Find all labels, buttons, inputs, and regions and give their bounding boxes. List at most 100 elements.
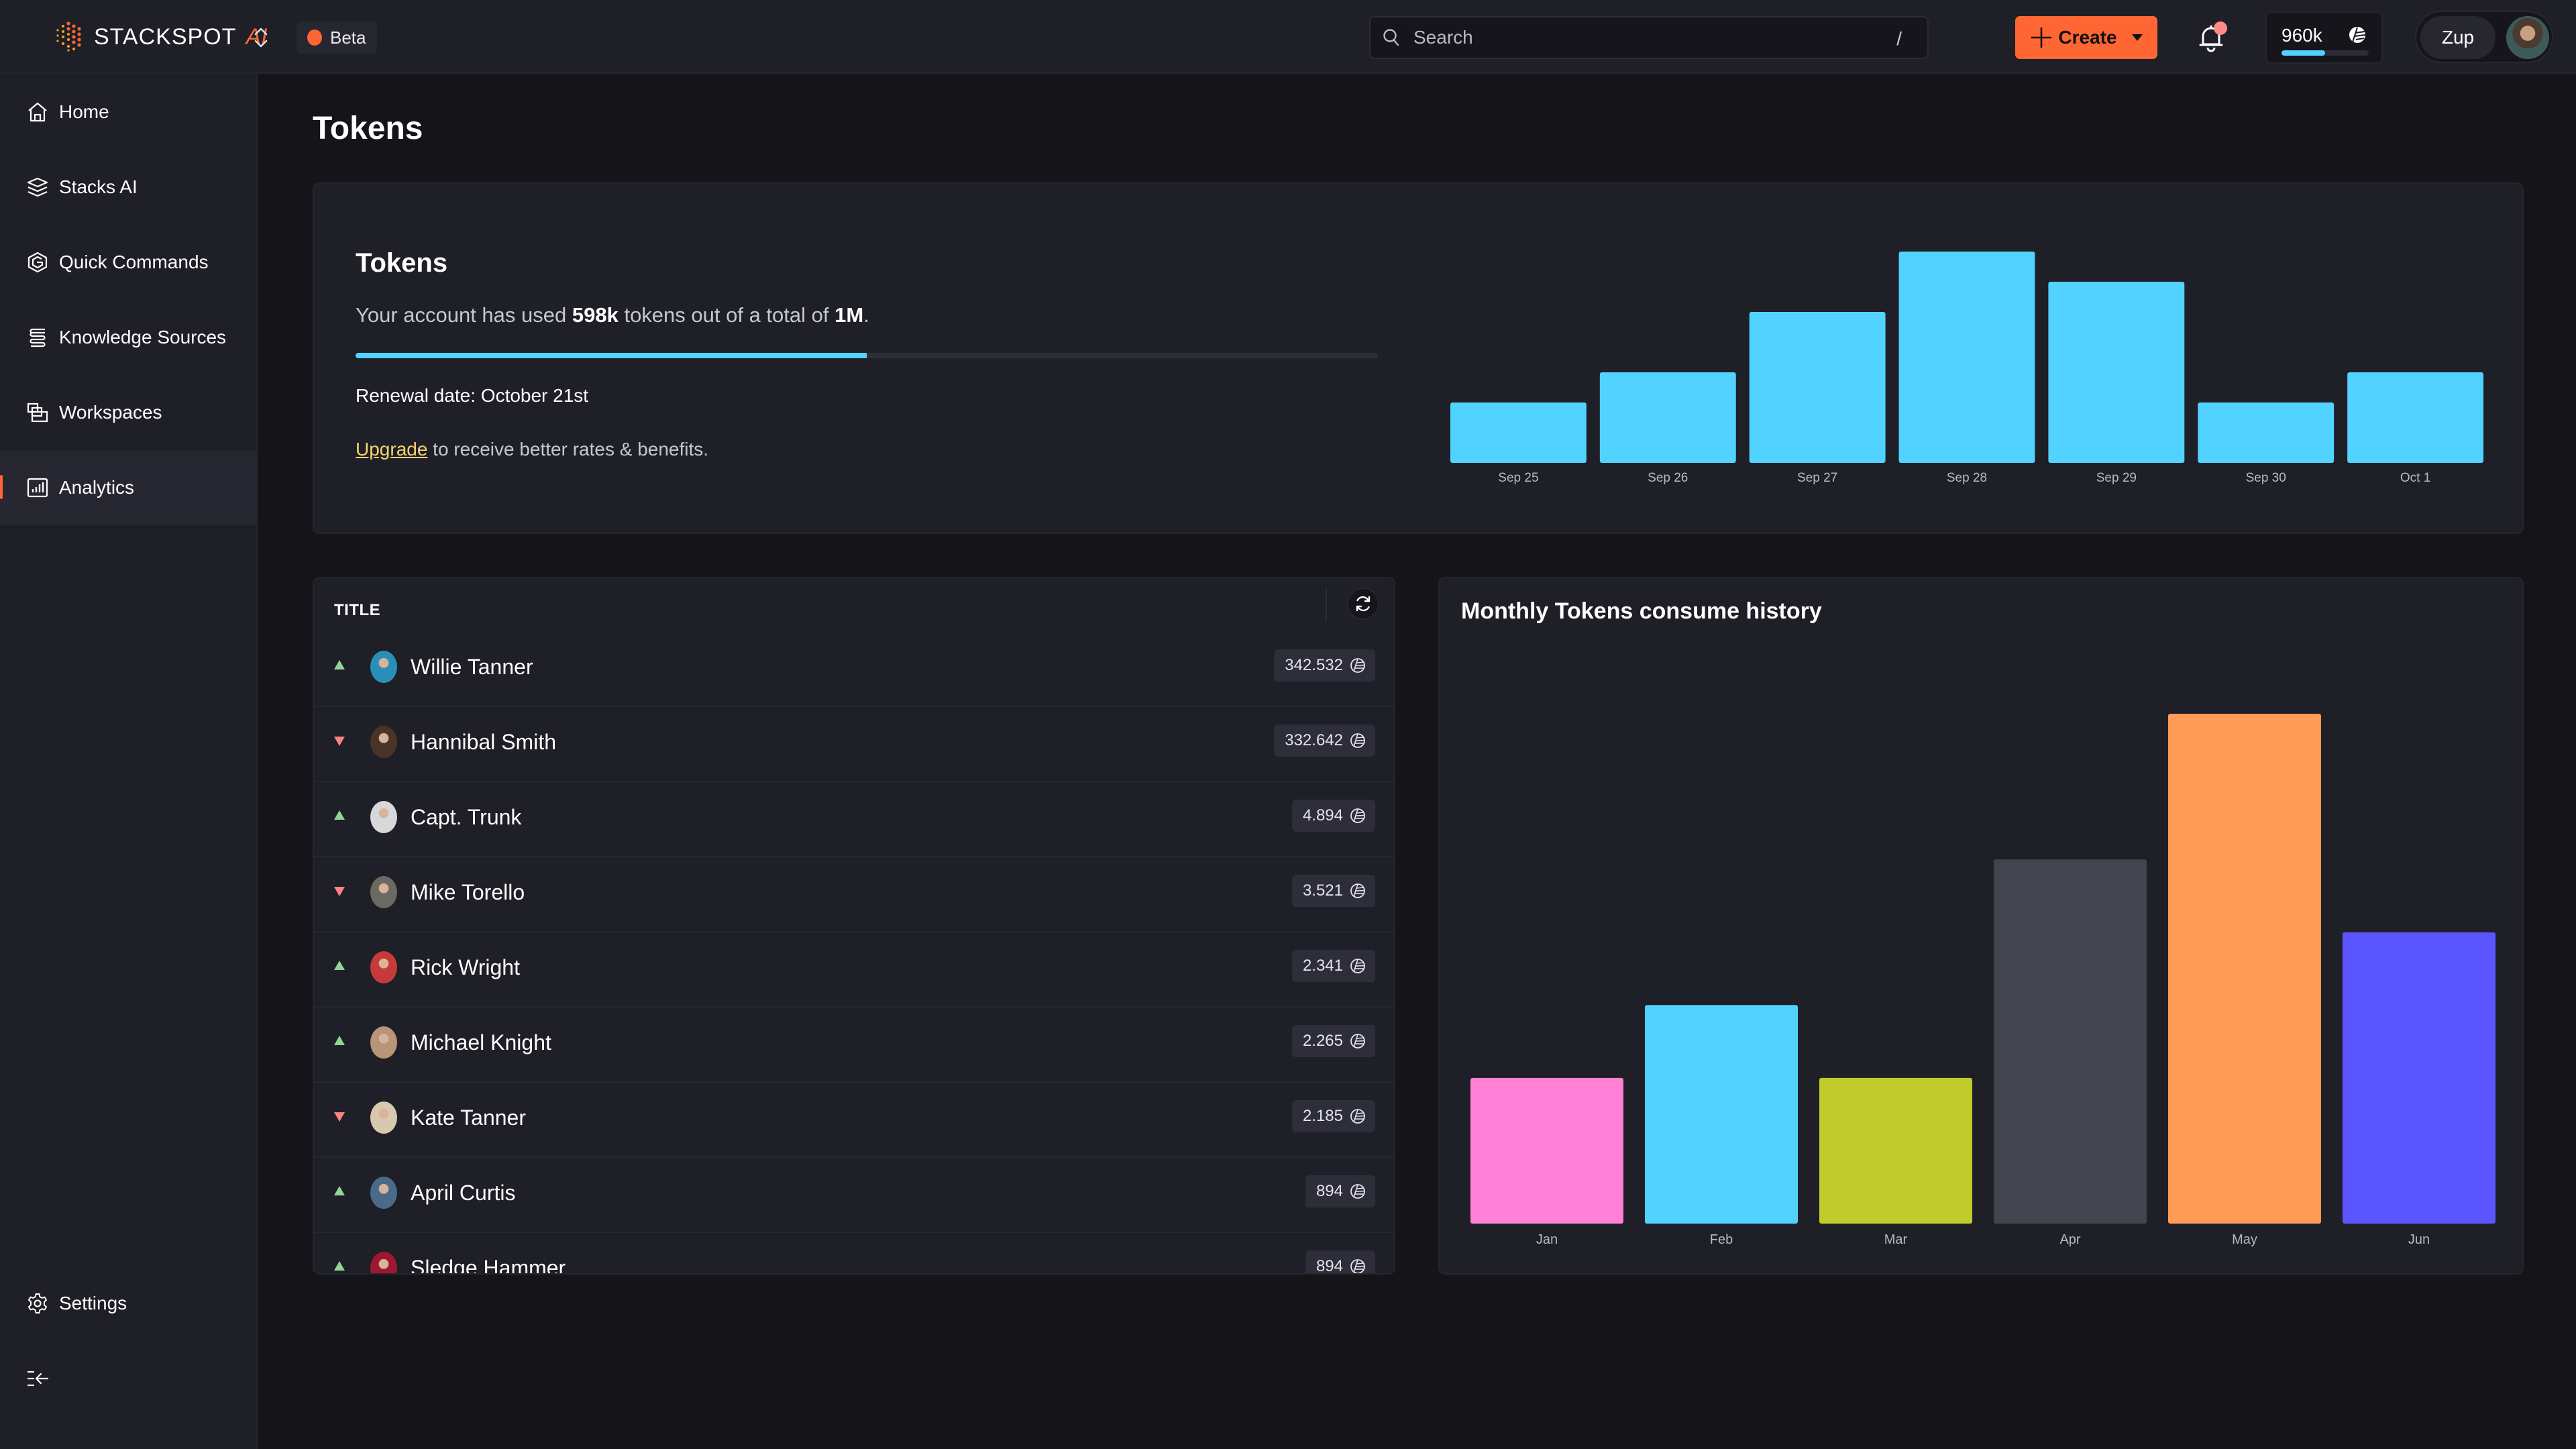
search-icon <box>1383 29 1399 46</box>
trend-up-icon <box>334 1186 345 1195</box>
token-coin-icon <box>2349 27 2366 43</box>
token-coin-icon <box>1350 808 1365 823</box>
x-tick-label: Apr <box>2059 1232 2080 1247</box>
bar-sep-27[interactable] <box>1749 312 1886 463</box>
bar-sep-26[interactable] <box>1599 372 1736 463</box>
user-name: Capt. Trunk <box>411 805 522 829</box>
bar-sep-25[interactable] <box>1450 402 1587 463</box>
beta-dot-icon <box>307 30 322 46</box>
sidebar-item-label: Knowledge Sources <box>59 327 227 347</box>
ranking-row[interactable]: Sledge Hammer 894 <box>314 1233 1394 1273</box>
sidebar-item-label: Settings <box>59 1293 127 1313</box>
tokens-balance-widget[interactable]: 960k <box>2265 11 2383 64</box>
analytics-icon <box>27 478 48 498</box>
bar-jan[interactable] <box>1470 1077 1623 1224</box>
sidebar-item-workspaces[interactable]: Workspaces <box>0 376 258 449</box>
token-coin-icon <box>1350 1034 1365 1049</box>
sidebar-item-label: Workspaces <box>59 402 162 423</box>
avatar <box>370 1102 397 1134</box>
avatar <box>370 801 397 833</box>
sidebar-item-label: Stacks AI <box>59 176 138 197</box>
users-token-ranking: TITLE Willie Tanner 342.532 Hannibal Smith… <box>313 577 1395 1275</box>
monthly-chart-title: Monthly Tokens consume history <box>1461 598 1822 624</box>
trend-up-icon <box>334 961 345 970</box>
upgrade-message: Upgrade to receive better rates & benefi… <box>356 439 708 460</box>
top-bar: STACKSPOT AI Beta Search / Create 960k Z… <box>0 0 2576 74</box>
trend-up-icon <box>334 810 345 820</box>
x-tick-label: Feb <box>1710 1232 1733 1247</box>
column-header-title[interactable]: TITLE <box>334 601 380 620</box>
sidebar-item-analytics[interactable]: Analytics <box>0 451 258 525</box>
sidebar-item-home[interactable]: Home <box>0 75 258 149</box>
avatar <box>370 726 397 758</box>
sidebar-item-quick-commands[interactable]: Quick Commands <box>0 225 258 299</box>
x-tick-label: Jan <box>1536 1232 1558 1247</box>
token-count-badge: 2.265 <box>1291 1025 1375 1057</box>
renewal-date: Renewal date: October 21st <box>356 385 589 406</box>
sidebar-item-settings[interactable]: Settings <box>0 1267 258 1340</box>
collapse-sidebar-icon <box>28 1371 48 1387</box>
sidebar-item-stacks-ai[interactable]: Stacks AI <box>0 150 258 224</box>
sidebar-item-label: Quick Commands <box>59 252 209 272</box>
token-count-badge: 342.532 <box>1274 649 1375 682</box>
workspace-switcher-icon[interactable] <box>252 25 270 50</box>
ranking-row[interactable]: Michael Knight 2.265 <box>314 1008 1394 1083</box>
brand-name: STACKSPOT <box>94 23 237 50</box>
organization-label[interactable]: Zup <box>2420 16 2496 59</box>
ranking-row[interactable]: Hannibal Smith 332.642 <box>314 707 1394 782</box>
ranking-row[interactable]: Rick Wright 2.341 <box>314 932 1394 1008</box>
token-count-badge: 2.185 <box>1291 1100 1375 1132</box>
user-name: Hannibal Smith <box>411 730 556 754</box>
token-coin-icon <box>1350 658 1365 673</box>
bar-sep-29[interactable] <box>2048 282 2185 463</box>
tokens-card-title: Tokens <box>356 248 448 278</box>
token-count: 3.521 <box>1302 881 1343 900</box>
refresh-button[interactable] <box>1347 588 1379 620</box>
avatar <box>370 1026 397 1059</box>
usage-desc-prefix: Your account has used <box>356 303 572 327</box>
search-placeholder: Search <box>1413 27 1473 48</box>
token-count: 4.894 <box>1302 806 1343 824</box>
plus-icon <box>2031 28 2052 48</box>
caret-down-icon <box>2131 34 2143 41</box>
ranking-row[interactable]: Mike Torello 3.521 <box>314 857 1394 932</box>
ranking-row[interactable]: Willie Tanner 342.532 <box>314 632 1394 707</box>
x-tick-label: Sep 27 <box>1797 471 1837 485</box>
trend-down-icon <box>334 887 345 896</box>
search-input[interactable]: Search / <box>1369 16 1929 59</box>
upgrade-message-text: to receive better rates & benefits. <box>427 439 709 460</box>
user-menu[interactable]: Zup <box>2415 11 2553 63</box>
x-tick-label: Jun <box>2408 1232 2430 1247</box>
tokens-usage-progress-fill <box>356 353 867 358</box>
x-tick-label: Sep 28 <box>1947 471 1987 485</box>
bar-may[interactable] <box>2168 714 2321 1224</box>
trend-down-icon <box>334 737 345 746</box>
collapse-sidebar-button[interactable] <box>0 1342 258 1415</box>
ranking-row[interactable]: April Curtis 894 <box>314 1158 1394 1233</box>
user-avatar[interactable] <box>2506 16 2549 59</box>
sidebar-item-knowledge-sources[interactable]: Knowledge Sources <box>0 301 258 374</box>
token-coin-icon <box>1350 1259 1365 1273</box>
token-count-badge: 894 <box>1305 1175 1375 1208</box>
bar-sep-30[interactable] <box>2198 402 2334 463</box>
token-count-badge: 894 <box>1305 1250 1375 1273</box>
workspaces-icon <box>27 402 48 423</box>
ranking-list: Willie Tanner 342.532 Hannibal Smith 332.64… <box>314 632 1394 1273</box>
tokens-used-value: 598k <box>572 303 619 327</box>
bar-oct-1[interactable] <box>2347 372 2483 463</box>
bar-mar[interactable] <box>1819 1077 1972 1224</box>
create-button[interactable]: Create <box>2015 16 2157 59</box>
tokens-balance-value: 960k <box>2282 25 2322 46</box>
ranking-row[interactable]: Capt. Trunk 4.894 <box>314 782 1394 857</box>
avatar <box>370 951 397 983</box>
ranking-row[interactable]: Kate Tanner 2.185 <box>314 1083 1394 1158</box>
bar-feb[interactable] <box>1645 1005 1798 1224</box>
bar-jun[interactable] <box>2343 932 2496 1224</box>
stackspot-logo[interactable]: STACKSPOT AI <box>55 20 268 54</box>
knowledge-sources-icon <box>30 328 46 347</box>
sidebar: Home Stacks AI Quick Commands Knowledge … <box>0 74 258 1449</box>
upgrade-link[interactable]: Upgrade <box>356 439 427 460</box>
x-tick-label: May <box>2232 1232 2257 1247</box>
bar-apr[interactable] <box>1994 859 2147 1224</box>
bar-sep-28[interactable] <box>1898 252 2035 463</box>
